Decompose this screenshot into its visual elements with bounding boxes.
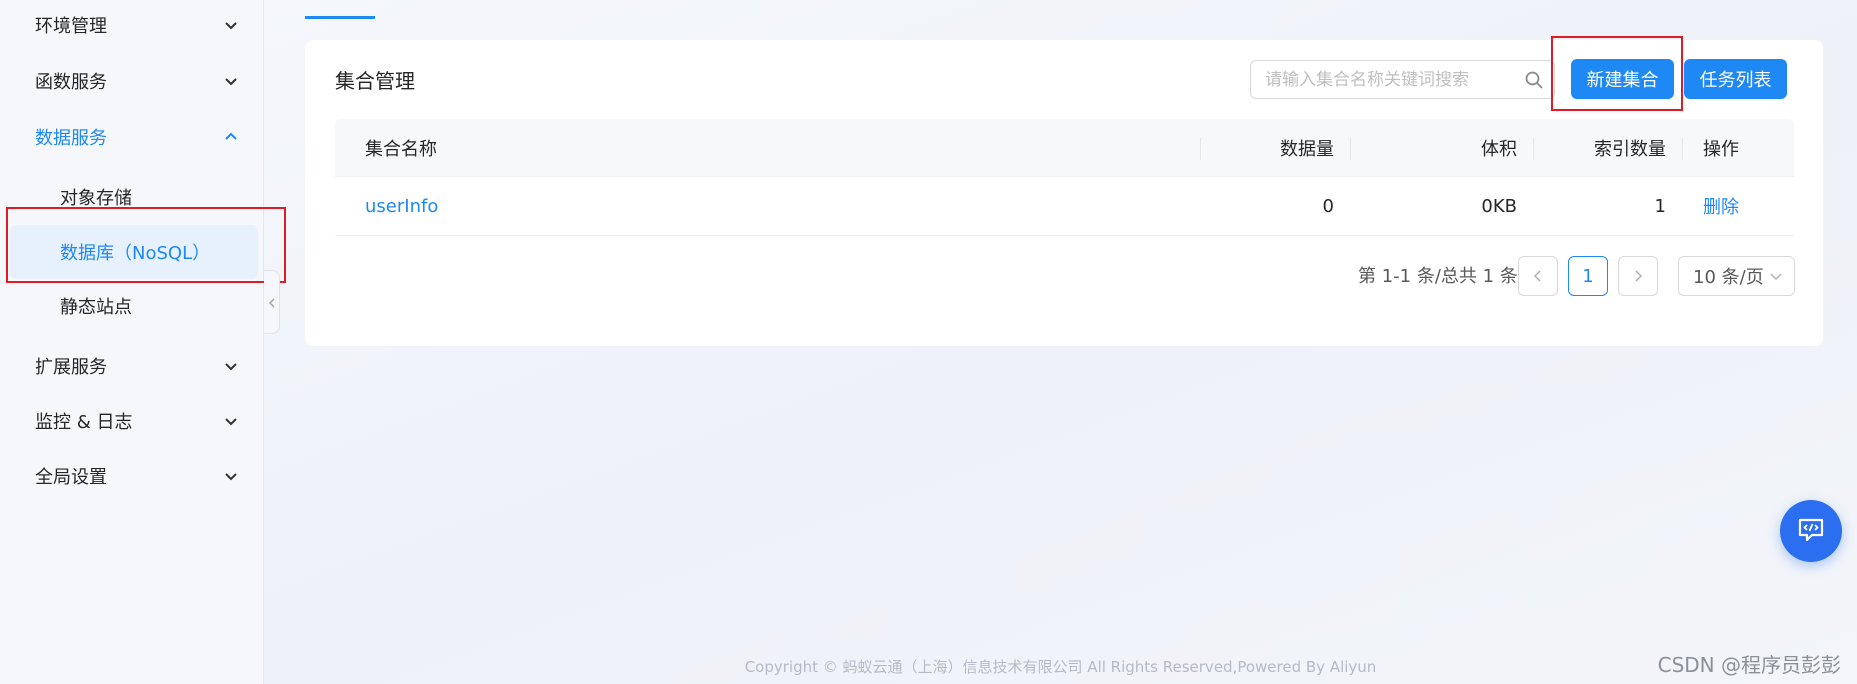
footer-copyright: Copyright © 蚂蚁云通（上海）信息技术有限公司 All Rights … bbox=[744, 658, 1377, 676]
prev-page-button[interactable] bbox=[1518, 256, 1558, 296]
pagination-info: 第 1-1 条/总共 1 条 bbox=[1358, 266, 1518, 287]
task-list-button[interactable]: 任务列表 bbox=[1684, 59, 1787, 99]
sidebar-item-label: 环境管理 bbox=[35, 16, 107, 37]
search-icon[interactable] bbox=[1514, 61, 1554, 98]
card-title: 集合管理 bbox=[335, 69, 415, 93]
header-collection-name: 集合名称 bbox=[335, 119, 1201, 176]
watermark: CSDN @程序员彭彭 bbox=[1657, 653, 1841, 677]
header-actions: 操作 bbox=[1703, 138, 1739, 160]
sidebar-subitem-label: 静态站点 bbox=[60, 297, 132, 318]
page-size-value: 10 条/页 bbox=[1693, 267, 1764, 288]
sidebar-item-label: 全局设置 bbox=[35, 467, 107, 488]
chevron-down-icon bbox=[224, 469, 238, 483]
sidebar-item-data-service[interactable]: 数据服务 bbox=[0, 110, 264, 164]
collection-name-link[interactable]: userInfo bbox=[365, 196, 438, 217]
chevron-down-icon bbox=[224, 414, 238, 428]
sidebar-collapse-handle[interactable] bbox=[264, 270, 280, 334]
chevron-down-icon bbox=[224, 18, 238, 32]
create-collection-button[interactable]: 新建集合 bbox=[1571, 59, 1674, 99]
chevron-right-icon bbox=[1632, 267, 1644, 286]
sidebar-item-monitoring-logs[interactable]: 监控 & 日志 bbox=[0, 394, 264, 448]
sidebar-subitem-label: 对象存储 bbox=[60, 188, 132, 209]
sidebar-subitem-label: 数据库（NoSQL） bbox=[60, 243, 211, 264]
chevron-down-icon bbox=[224, 74, 238, 88]
header-size: 体积 bbox=[1351, 119, 1534, 176]
page-button-current[interactable]: 1 bbox=[1568, 256, 1608, 296]
sidebar: 环境管理 函数服务 数据服务 对象存储 数据库（NoSQL） 静态站点 扩展服务… bbox=[0, 0, 264, 684]
chevron-left-icon bbox=[1532, 267, 1544, 286]
collection-management-card: 集合管理 新建集合 任务列表 集合名称 数据量 体积 索引数量 操作 userI… bbox=[305, 40, 1823, 346]
sidebar-item-label: 监控 & 日志 bbox=[35, 412, 133, 433]
collections-table: 集合名称 数据量 体积 索引数量 操作 userInfo 0 0KB 1 删除 bbox=[335, 119, 1794, 236]
table-header: 集合名称 数据量 体积 索引数量 操作 bbox=[335, 119, 1794, 177]
sidebar-item-extension-service[interactable]: 扩展服务 bbox=[0, 339, 264, 393]
active-tab-indicator bbox=[305, 16, 375, 19]
chevron-up-icon bbox=[224, 130, 238, 144]
chevron-left-icon bbox=[267, 293, 277, 312]
sidebar-item-label: 扩展服务 bbox=[35, 357, 107, 378]
chevron-down-icon bbox=[224, 359, 238, 373]
header-index-count: 索引数量 bbox=[1534, 119, 1683, 176]
page-size-select[interactable]: 10 条/页 bbox=[1678, 256, 1795, 296]
code-chat-icon bbox=[1794, 512, 1828, 550]
sidebar-subitem-nosql-database[interactable]: 数据库（NoSQL） bbox=[10, 225, 258, 279]
sidebar-item-label: 函数服务 bbox=[35, 72, 107, 93]
delete-link[interactable]: 删除 bbox=[1703, 193, 1739, 219]
header-data-count: 数据量 bbox=[1201, 119, 1351, 176]
sidebar-item-function-service[interactable]: 函数服务 bbox=[0, 54, 264, 108]
sidebar-item-label: 数据服务 bbox=[35, 128, 107, 149]
table-row: userInfo 0 0KB 1 删除 bbox=[335, 177, 1794, 236]
search-input[interactable] bbox=[1251, 61, 1514, 98]
cell-size: 0KB bbox=[1481, 195, 1517, 217]
chevron-down-icon bbox=[1770, 266, 1782, 287]
sidebar-item-env-management[interactable]: 环境管理 bbox=[0, 0, 264, 52]
sidebar-subitem-static-site[interactable]: 静态站点 bbox=[10, 279, 258, 333]
search-box bbox=[1250, 60, 1555, 99]
sidebar-item-global-settings[interactable]: 全局设置 bbox=[0, 449, 264, 503]
sidebar-subitem-object-storage[interactable]: 对象存储 bbox=[10, 170, 258, 224]
code-chat-float-button[interactable] bbox=[1780, 500, 1842, 562]
cell-data-count: 0 bbox=[1322, 195, 1334, 217]
next-page-button[interactable] bbox=[1618, 256, 1658, 296]
cell-index-count: 1 bbox=[1654, 195, 1666, 217]
